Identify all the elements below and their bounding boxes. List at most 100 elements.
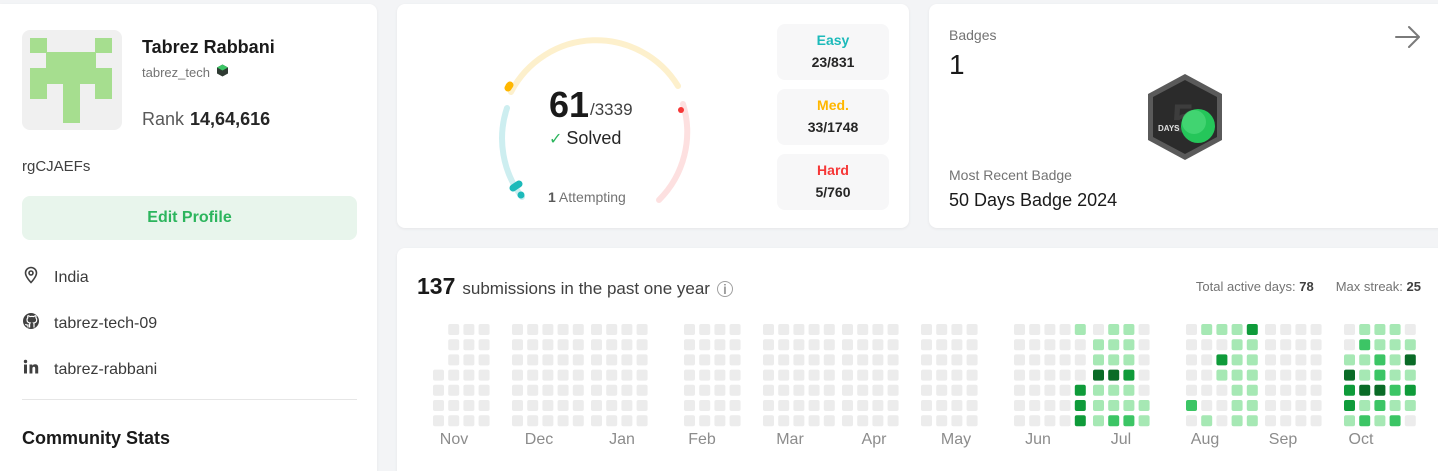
heatmap-cell[interactable] <box>463 339 475 351</box>
heatmap-cell[interactable] <box>1074 369 1086 381</box>
heatmap-cell[interactable] <box>887 339 899 351</box>
heatmap-cell[interactable] <box>823 324 835 335</box>
heatmap-cell[interactable] <box>857 415 869 427</box>
heatmap-cell[interactable] <box>1389 384 1401 396</box>
heatmap-cell[interactable] <box>763 324 774 335</box>
heatmap-cell[interactable] <box>542 384 554 396</box>
heatmap-cell[interactable] <box>572 369 584 381</box>
heatmap-cell[interactable] <box>872 354 884 366</box>
heatmap-cell[interactable] <box>936 324 948 335</box>
heatmap-cell[interactable] <box>1138 354 1150 366</box>
heatmap-cell[interactable] <box>512 369 523 381</box>
heatmap-cell[interactable] <box>1108 400 1120 411</box>
heatmap-cell[interactable] <box>1138 384 1150 396</box>
heatmap-cell[interactable] <box>1231 369 1243 381</box>
heatmap-cell[interactable] <box>842 369 853 381</box>
heatmap-cell[interactable] <box>872 324 884 335</box>
heatmap-cell[interactable] <box>699 354 711 366</box>
heatmap-cell[interactable] <box>1216 354 1228 366</box>
heatmap-cell[interactable] <box>1093 415 1104 427</box>
heatmap-cell[interactable] <box>778 354 790 366</box>
heatmap-cell[interactable] <box>1344 324 1355 335</box>
heatmap-cell[interactable] <box>823 415 835 427</box>
heatmap-cell[interactable] <box>1310 354 1322 366</box>
heatmap-cell[interactable] <box>557 384 569 396</box>
heatmap-cell[interactable] <box>448 415 460 427</box>
heatmap-cell[interactable] <box>527 369 539 381</box>
heatmap-cell[interactable] <box>921 339 932 351</box>
heatmap-cell[interactable] <box>1216 415 1228 427</box>
heatmap-cell[interactable] <box>699 400 711 411</box>
heatmap-cell[interactable] <box>842 384 853 396</box>
heatmap-cell[interactable] <box>842 339 853 351</box>
heatmap-cell[interactable] <box>1295 339 1307 351</box>
heatmap-cell[interactable] <box>684 354 695 366</box>
heatmap-cell[interactable] <box>921 400 932 411</box>
heatmap-cell[interactable] <box>1201 400 1213 411</box>
heatmap-cell[interactable] <box>1186 369 1197 381</box>
heatmap-cell[interactable] <box>857 384 869 396</box>
heatmap-cell[interactable] <box>557 415 569 427</box>
github-row[interactable]: tabrez-tech-09 <box>22 312 157 335</box>
heatmap-cell[interactable] <box>793 324 805 335</box>
heatmap-cell[interactable] <box>572 339 584 351</box>
heatmap-cell[interactable] <box>527 324 539 335</box>
heatmap-cell[interactable] <box>606 369 618 381</box>
heatmap-cell[interactable] <box>808 415 820 427</box>
heatmap-cell[interactable] <box>1093 324 1104 335</box>
heatmap-cell[interactable] <box>542 400 554 411</box>
heatmap-cell[interactable] <box>808 384 820 396</box>
heatmap-cell[interactable] <box>936 400 948 411</box>
heatmap-cell[interactable] <box>1108 384 1120 396</box>
heatmap-cell[interactable] <box>1280 369 1292 381</box>
heatmap-cell[interactable] <box>857 354 869 366</box>
heatmap-cell[interactable] <box>1014 400 1025 411</box>
heatmap-cell[interactable] <box>1216 339 1228 351</box>
heatmap-cell[interactable] <box>729 415 741 427</box>
heatmap-cell[interactable] <box>1374 415 1386 427</box>
heatmap-cell[interactable] <box>542 369 554 381</box>
heatmap-cell[interactable] <box>842 400 853 411</box>
heatmap-cell[interactable] <box>1310 400 1322 411</box>
heatmap-cell[interactable] <box>557 354 569 366</box>
heatmap-cell[interactable] <box>621 384 633 396</box>
heatmap-cell[interactable] <box>1359 354 1371 366</box>
heatmap-cell[interactable] <box>1231 415 1243 427</box>
heatmap-cell[interactable] <box>463 354 475 366</box>
linkedin-link[interactable]: tabrez-rabbani <box>54 361 157 379</box>
heatmap-cell[interactable] <box>936 415 948 427</box>
heatmap-cell[interactable] <box>1044 324 1056 335</box>
heatmap-cell[interactable] <box>1216 384 1228 396</box>
heatmap-cell[interactable] <box>1310 415 1322 427</box>
heatmap-cell[interactable] <box>793 400 805 411</box>
heatmap-cell[interactable] <box>1359 324 1371 335</box>
heatmap-cell[interactable] <box>778 369 790 381</box>
heatmap-cell[interactable] <box>591 339 602 351</box>
heatmap-cell[interactable] <box>1359 384 1371 396</box>
heatmap-cell[interactable] <box>1044 354 1056 366</box>
heatmap-cell[interactable] <box>714 339 726 351</box>
heatmap-cell[interactable] <box>557 400 569 411</box>
heatmap-cell[interactable] <box>527 339 539 351</box>
heatmap-cell[interactable] <box>1186 339 1197 351</box>
heatmap-cell[interactable] <box>1344 339 1355 351</box>
heatmap-cell[interactable] <box>729 324 741 335</box>
heatmap-cell[interactable] <box>1186 384 1197 396</box>
heatmap-cell[interactable] <box>478 369 490 381</box>
heatmap-cell[interactable] <box>606 339 618 351</box>
heatmap-cell[interactable] <box>572 400 584 411</box>
heatmap-cell[interactable] <box>887 354 899 366</box>
heatmap-cell[interactable] <box>636 339 648 351</box>
heatmap-cell[interactable] <box>1138 324 1150 335</box>
heatmap-cell[interactable] <box>1074 339 1086 351</box>
heatmap-cell[interactable] <box>606 400 618 411</box>
heatmap-cell[interactable] <box>1093 354 1104 366</box>
heatmap-cell[interactable] <box>1265 384 1276 396</box>
heatmap-cell[interactable] <box>887 415 899 427</box>
heatmap-cell[interactable] <box>1344 415 1355 427</box>
heatmap-cell[interactable] <box>793 415 805 427</box>
heatmap-cell[interactable] <box>1216 369 1228 381</box>
heatmap-cell[interactable] <box>542 339 554 351</box>
heatmap-cell[interactable] <box>966 384 978 396</box>
heatmap-cell[interactable] <box>887 384 899 396</box>
